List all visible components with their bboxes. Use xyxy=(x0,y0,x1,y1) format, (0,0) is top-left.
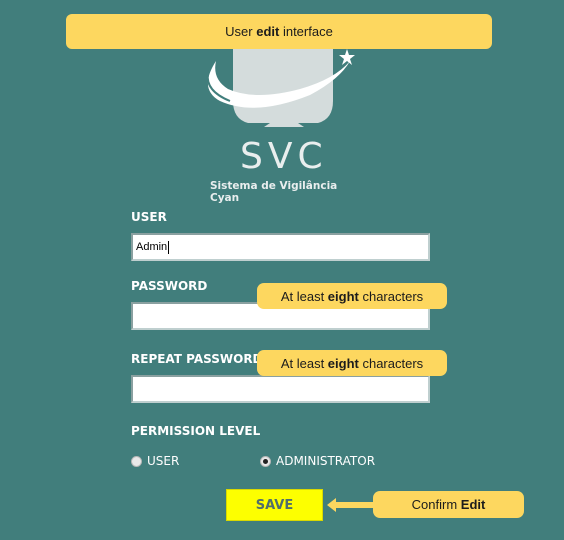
user-label: USER xyxy=(131,210,167,224)
save-button[interactable]: SAVE xyxy=(226,489,323,521)
callout-bold: Edit xyxy=(460,497,486,512)
callout-text: characters xyxy=(358,355,424,371)
password-hint-callout: At least eight characters xyxy=(257,283,447,309)
header-callout: User edit interface xyxy=(66,14,492,49)
save-hint-callout: Confirm Edit xyxy=(373,491,524,518)
callout-bold: eight xyxy=(327,355,359,371)
user-input[interactable]: Admin xyxy=(131,233,430,261)
permission-level-label: PERMISSION LEVEL xyxy=(131,424,261,438)
callout-text: characters xyxy=(358,288,424,304)
text-caret xyxy=(168,240,170,254)
radio-button[interactable] xyxy=(131,455,142,467)
radio-option-administrator[interactable]: ADMINISTRATOR xyxy=(260,454,375,468)
callout-text: User xyxy=(225,24,257,39)
repeat-password-hint-callout: At least eight characters xyxy=(257,350,447,376)
brand-name: SVC xyxy=(240,136,328,177)
repeat-password-label: REPEAT PASSWORD xyxy=(131,352,263,366)
password-label: PASSWORD xyxy=(131,279,208,293)
repeat-password-input[interactable] xyxy=(131,375,430,403)
callout-bold: edit xyxy=(256,24,280,39)
brand-subtitle: Sistema de Vigilância Cyan xyxy=(210,180,338,204)
callout-text: Confirm xyxy=(411,497,461,512)
user-input-value: Admin xyxy=(136,241,168,253)
radio-button-selected[interactable] xyxy=(260,455,271,467)
callout-bold: eight xyxy=(327,288,359,304)
radio-label-administrator: ADMINISTRATOR xyxy=(276,454,376,468)
radio-option-user[interactable]: USER xyxy=(131,454,179,468)
arrow-left-icon xyxy=(327,498,373,512)
callout-text: At least xyxy=(280,288,328,304)
callout-text: interface xyxy=(279,24,333,39)
radio-label-user: USER xyxy=(147,454,180,468)
callout-text: At least xyxy=(280,355,328,371)
